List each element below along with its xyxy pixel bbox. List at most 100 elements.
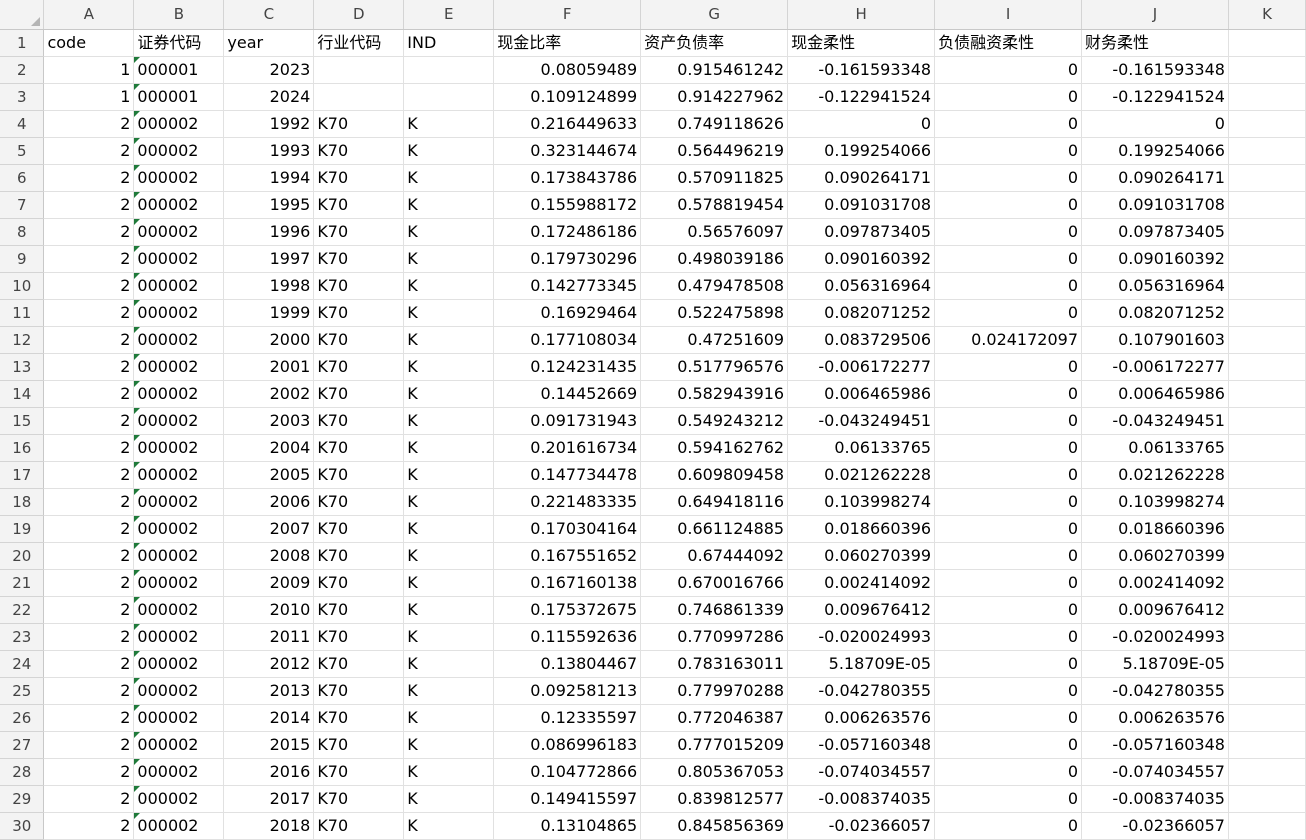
cell-code[interactable]: 2 [43,623,135,651]
cell-col-k[interactable] [1228,758,1306,786]
cell-ind[interactable]: K [403,704,495,732]
cell-cash-flexibility[interactable]: 0.090264171 [787,164,936,192]
cell-financial-flexibility[interactable]: -0.006172277 [1081,353,1229,381]
cell-cash-ratio[interactable]: 0.172486186 [493,218,642,246]
row-header[interactable]: 6 [0,164,45,192]
cell-financial-flexibility[interactable]: -0.161593348 [1081,56,1229,84]
cell-year[interactable]: 2000 [223,326,315,354]
cell-debt-asset-ratio[interactable]: 0.670016766 [640,569,789,597]
cell-code[interactable]: 2 [43,758,135,786]
cell-col-k[interactable] [1228,380,1306,408]
header-cell-code[interactable]: code [43,29,135,57]
cell-securities-code[interactable]: 000002 [133,758,225,786]
cell-ind[interactable]: K [403,785,495,813]
cell-cash-ratio[interactable]: 0.086996183 [493,731,642,759]
row-header[interactable]: 19 [0,515,45,543]
cell-cash-flexibility[interactable]: 0.006465986 [787,380,936,408]
cell-securities-code[interactable]: 000002 [133,677,225,705]
cell-industry-code[interactable]: K70 [313,272,405,300]
cell-financial-flexibility[interactable]: 0.006465986 [1081,380,1229,408]
header-cell-financial-flexibility[interactable]: 财务柔性 [1081,29,1229,57]
cell-debt-financing-flexibility[interactable]: 0 [934,56,1083,84]
cell-code[interactable]: 2 [43,434,135,462]
cell-code[interactable]: 2 [43,650,135,678]
cell-code[interactable]: 2 [43,569,135,597]
row-header[interactable]: 7 [0,191,45,219]
cell-financial-flexibility[interactable]: 0.090160392 [1081,245,1229,273]
header-cell-debt-asset-ratio[interactable]: 资产负债率 [640,29,789,57]
cell-debt-financing-flexibility[interactable]: 0 [934,758,1083,786]
cell-code[interactable]: 2 [43,515,135,543]
cell-code[interactable]: 2 [43,299,135,327]
cell-col-k[interactable] [1228,488,1306,516]
cell-year[interactable]: 1998 [223,272,315,300]
cell-cash-flexibility[interactable]: 0 [787,110,936,138]
cell-debt-asset-ratio[interactable]: 0.746861339 [640,596,789,624]
cell-financial-flexibility[interactable]: 0 [1081,110,1229,138]
cell-ind[interactable]: K [403,137,495,165]
cell-year[interactable]: 2024 [223,83,315,111]
cell-debt-financing-flexibility[interactable]: 0 [934,272,1083,300]
cell-debt-asset-ratio[interactable]: 0.805367053 [640,758,789,786]
cell-debt-financing-flexibility[interactable]: 0 [934,488,1083,516]
cell-securities-code[interactable]: 000002 [133,245,225,273]
cell-ind[interactable]: K [403,758,495,786]
cell-debt-asset-ratio[interactable]: 0.777015209 [640,731,789,759]
cell-financial-flexibility[interactable]: 0.002414092 [1081,569,1229,597]
cell-cash-ratio[interactable]: 0.08059489 [493,56,642,84]
cell-year[interactable]: 1992 [223,110,315,138]
cell-financial-flexibility[interactable]: 0.060270399 [1081,542,1229,570]
cell-securities-code[interactable]: 000001 [133,83,225,111]
cell-col-k[interactable] [1228,272,1306,300]
cell-financial-flexibility[interactable]: 0.199254066 [1081,137,1229,165]
cell-code[interactable]: 2 [43,596,135,624]
cell-year[interactable]: 2002 [223,380,315,408]
cell-debt-financing-flexibility[interactable]: 0 [934,245,1083,273]
cell-code[interactable]: 2 [43,245,135,273]
cell-year[interactable]: 2011 [223,623,315,651]
select-all-corner[interactable] [0,0,45,30]
row-header[interactable]: 15 [0,407,45,435]
header-cell-cash-ratio[interactable]: 现金比率 [493,29,642,57]
cell-year[interactable]: 2001 [223,353,315,381]
cell-cash-flexibility[interactable]: -0.02366057 [787,812,936,840]
cell-debt-financing-flexibility[interactable]: 0 [934,812,1083,840]
cell-industry-code[interactable]: K70 [313,488,405,516]
cell-financial-flexibility[interactable]: 0.021262228 [1081,461,1229,489]
cell-industry-code[interactable]: K70 [313,785,405,813]
row-header[interactable]: 12 [0,326,45,354]
cell-securities-code[interactable]: 000002 [133,515,225,543]
cell-securities-code[interactable]: 000002 [133,326,225,354]
cell-year[interactable]: 1997 [223,245,315,273]
cell-debt-financing-flexibility[interactable]: 0 [934,650,1083,678]
cell-col-k[interactable] [1228,650,1306,678]
cell-industry-code[interactable]: K70 [313,380,405,408]
cell-year[interactable]: 2013 [223,677,315,705]
column-header-j[interactable]: J [1081,0,1229,30]
cell-securities-code[interactable]: 000002 [133,623,225,651]
cell-debt-financing-flexibility[interactable]: 0 [934,191,1083,219]
row-header[interactable]: 3 [0,83,45,111]
cell-cash-ratio[interactable]: 0.14452669 [493,380,642,408]
cell-cash-flexibility[interactable]: 0.002414092 [787,569,936,597]
cell-col-k[interactable] [1228,785,1306,813]
cell-year[interactable]: 2012 [223,650,315,678]
cell-col-k[interactable] [1228,596,1306,624]
cell-cash-flexibility[interactable]: 0.06133765 [787,434,936,462]
cell-financial-flexibility[interactable]: 0.091031708 [1081,191,1229,219]
cell-debt-asset-ratio[interactable]: 0.915461242 [640,56,789,84]
cell-cash-ratio[interactable]: 0.175372675 [493,596,642,624]
cell-cash-ratio[interactable]: 0.216449633 [493,110,642,138]
header-cell-ind[interactable]: IND [403,29,495,57]
cell-debt-financing-flexibility[interactable]: 0 [934,218,1083,246]
cell-year[interactable]: 2014 [223,704,315,732]
cell-cash-ratio[interactable]: 0.16929464 [493,299,642,327]
cell-ind[interactable]: K [403,623,495,651]
cell-cash-ratio[interactable]: 0.167551652 [493,542,642,570]
cell-cash-ratio[interactable]: 0.177108034 [493,326,642,354]
cell-ind[interactable]: K [403,515,495,543]
cell-debt-asset-ratio[interactable]: 0.522475898 [640,299,789,327]
cell-securities-code[interactable]: 000002 [133,650,225,678]
cell-cash-flexibility[interactable]: -0.161593348 [787,56,936,84]
cell-industry-code[interactable]: K70 [313,596,405,624]
